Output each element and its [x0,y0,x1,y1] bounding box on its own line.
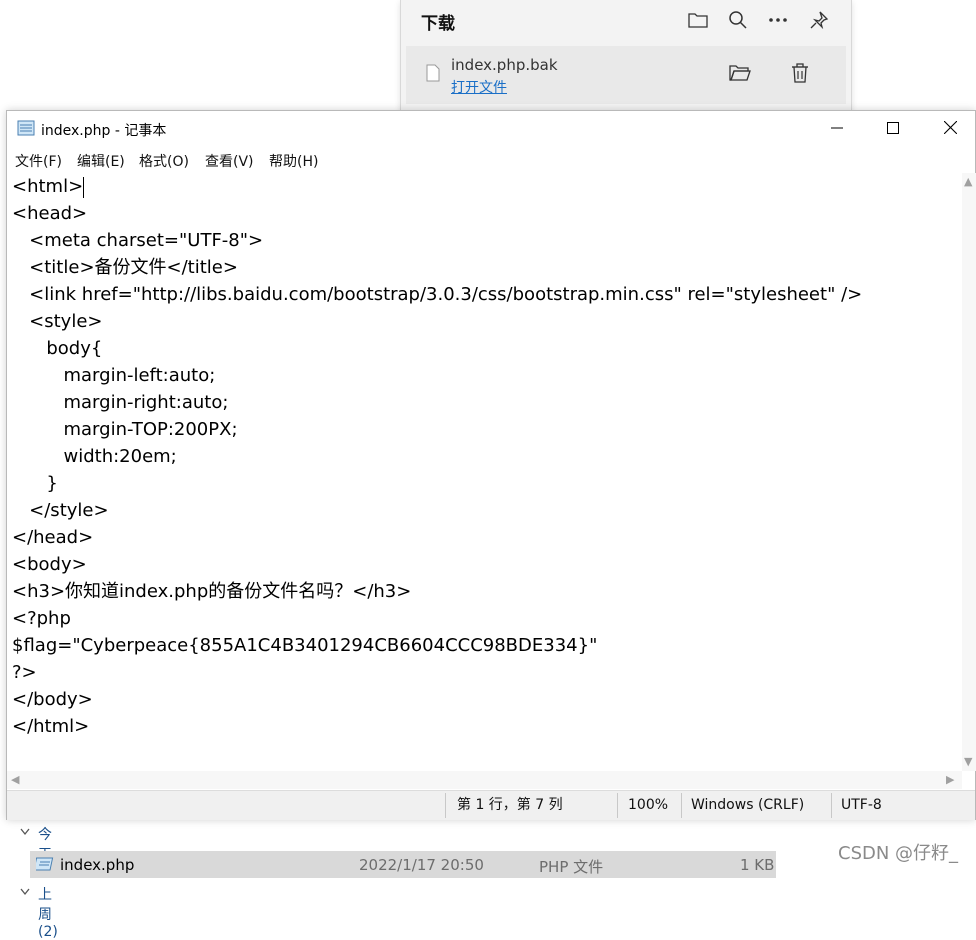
group-header-today[interactable]: 今天 (1) [20,824,58,880]
status-separator [445,793,446,818]
open-file-link[interactable]: 打开文件 [451,77,507,97]
more-icon[interactable] [766,8,790,32]
encoding: UTF-8 [841,797,882,813]
downloads-title: 下载 [421,14,455,34]
menu-file[interactable]: 文件(F) [15,151,62,171]
maximize-button[interactable] [864,111,922,145]
scroll-right-icon[interactable]: ▶ [946,773,954,786]
file-date: 2022/1/17 20:50 [359,856,484,874]
close-icon [943,119,957,138]
file-name: index.php [60,856,135,874]
open-folder-icon[interactable] [686,8,710,32]
horizontal-scrollbar[interactable]: ◀ ▶ [7,771,962,789]
menu-edit[interactable]: 编辑(E) [77,151,125,171]
text-caret [83,177,84,198]
file-type: PHP 文件 [539,858,604,876]
file-row[interactable]: index.php 2022/1/17 20:50 PHP 文件 1 KB [30,851,776,878]
scroll-left-icon[interactable]: ◀ [11,773,19,786]
show-in-folder-icon[interactable] [729,64,751,86]
download-filename: index.php.bak [451,56,558,74]
scroll-down-icon[interactable]: ▼ [964,755,972,768]
scroll-up-icon[interactable]: ▲ [964,175,972,188]
maximize-icon [887,119,899,138]
file-icon [426,64,440,86]
delete-icon[interactable] [791,63,809,87]
title-bar[interactable]: index.php - 记事本 [7,111,975,145]
php-file-icon [33,856,56,876]
zoom-level: 100% [628,797,669,813]
status-bar: 第 1 行，第 7 列 100% Windows (CRLF) UTF-8 [7,790,975,820]
close-button[interactable] [921,111,976,145]
downloads-panel: 下载 index.php.bak 打开文件 [400,0,852,112]
chevron-down-icon [20,884,30,900]
vertical-scrollbar[interactable]: ▲ ▼ [962,173,976,771]
cursor-position: 第 1 行，第 7 列 [457,797,563,813]
line-ending: Windows (CRLF) [691,797,805,813]
menu-format[interactable]: 格式(O) [139,151,189,171]
menu-view[interactable]: 查看(V) [205,151,254,171]
notepad-icon [17,120,35,136]
menu-help[interactable]: 帮助(H) [269,151,318,171]
minimize-icon [831,119,843,138]
pin-icon[interactable] [807,8,831,32]
window-title: index.php - 记事本 [41,123,167,139]
search-icon[interactable] [726,8,750,32]
group-header-last-week[interactable]: 上周 (2) [20,884,58,940]
file-content[interactable]: <html> <head> <meta charset="UTF-8"> <ti… [12,173,862,740]
menu-bar: 文件(F) 编辑(E) 格式(O) 查看(V) 帮助(H) [7,149,975,171]
download-item[interactable]: index.php.bak 打开文件 [406,46,846,104]
chevron-down-icon [20,824,30,840]
notepad-window: index.php - 记事本 文件(F) 编辑(E) 格式(O) 查看(V) … [6,110,976,820]
file-size: 1 KB [740,856,775,874]
minimize-button[interactable] [808,111,866,145]
text-editor[interactable]: <html> <head> <meta charset="UTF-8"> <ti… [7,173,962,771]
group-last-week-label: 上周 (2) [38,887,58,940]
watermark: CSDN @仔籽_ [838,843,959,864]
